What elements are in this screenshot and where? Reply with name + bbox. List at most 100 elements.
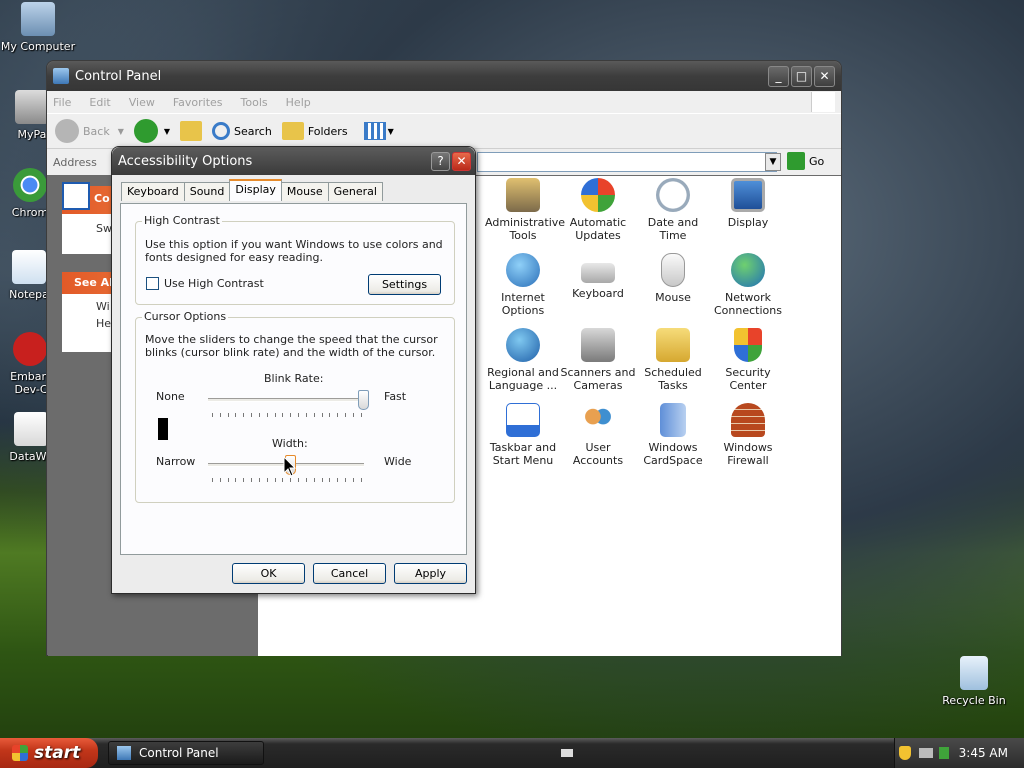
up-folder-button[interactable] <box>180 121 203 141</box>
taskbar-control-panel-button[interactable]: Control Panel <box>108 741 264 765</box>
item-label: Date and Time <box>647 216 699 242</box>
item-regional-and-language[interactable]: Regional and Language ... <box>485 328 561 392</box>
dialog-close-button[interactable]: ✕ <box>452 151 471 171</box>
search-button[interactable]: Search <box>212 122 272 140</box>
item-taskbar-and-start-menu[interactable]: Taskbar and Start Menu <box>485 403 561 467</box>
item-label: Internet Options <box>501 291 545 317</box>
close-button[interactable]: ✕ <box>814 65 835 87</box>
maximize-button[interactable]: □ <box>791 65 812 87</box>
scanner-camera-icon <box>581 328 615 362</box>
menu-help[interactable]: Help <box>286 96 311 109</box>
network-icon[interactable] <box>918 748 933 758</box>
administrative-tools-icon <box>506 178 540 212</box>
dialog-title: Accessibility Options <box>118 153 253 169</box>
keyboard-icon <box>581 263 615 283</box>
mouse-pointer-icon <box>283 456 297 477</box>
item-user-accounts[interactable]: User Accounts <box>560 403 636 467</box>
tab-mouse[interactable]: Mouse <box>280 182 329 201</box>
width-label: Width: <box>272 437 308 450</box>
menu-tools[interactable]: Tools <box>241 96 268 109</box>
desktop-icon-recycle-bin[interactable]: Recycle Bin <box>936 656 1012 707</box>
blink-rate-track <box>208 398 364 402</box>
blink-rate-slider[interactable] <box>358 390 369 410</box>
item-network-connections[interactable]: Network Connections <box>710 253 786 317</box>
dialog-titlebar[interactable]: Accessibility Options ? ✕ <box>112 147 475 175</box>
back-arrow-icon <box>55 119 79 143</box>
item-label: Keyboard <box>572 287 624 300</box>
folders-button[interactable]: Folders <box>281 122 348 140</box>
ok-button[interactable]: OK <box>232 563 305 584</box>
switch-view-link-label: Sw <box>96 222 112 235</box>
item-date-and-time[interactable]: Date and Time <box>635 178 711 242</box>
address-input[interactable] <box>477 152 777 172</box>
recycle-bin-icon <box>960 656 988 690</box>
high-contrast-legend: High Contrast <box>142 214 222 227</box>
desktop-icon-label: Chrom <box>11 206 49 219</box>
minimize-button[interactable]: _ <box>768 65 789 87</box>
go-button[interactable]: Go <box>787 152 824 170</box>
taskbar: start Control Panel 3:45 AM <box>0 738 1024 768</box>
go-label: Go <box>809 154 825 168</box>
clock[interactable]: 3:45 AM <box>959 746 1008 760</box>
window-title: Control Panel <box>75 68 162 84</box>
update-icon[interactable] <box>938 747 949 759</box>
chevron-down-icon: ▼ <box>163 126 171 136</box>
menu-edit[interactable]: Edit <box>89 96 110 109</box>
item-label: Security Center <box>725 366 771 392</box>
security-shield-icon[interactable] <box>898 746 911 760</box>
cardspace-icon <box>660 403 686 437</box>
start-button[interactable]: start <box>0 738 98 768</box>
item-scheduled-tasks[interactable]: Scheduled Tasks <box>635 328 711 392</box>
views-button[interactable]: ▼ <box>363 122 394 140</box>
item-automatic-updates[interactable]: Automatic Updates <box>560 178 636 242</box>
item-windows-cardspace[interactable]: Windows CardSpace <box>635 403 711 467</box>
desktop-icon-my-computer[interactable]: My Computer <box>0 2 76 53</box>
accessibility-options-dialog[interactable]: Accessibility Options ? ✕ Keyboard Sound… <box>111 146 476 594</box>
menu-favorites[interactable]: Favorites <box>173 96 223 109</box>
tab-display[interactable]: Display <box>229 179 282 201</box>
item-display[interactable]: Display <box>710 178 786 229</box>
item-label: Administrative Tools <box>485 216 566 242</box>
width-ticks <box>212 478 362 483</box>
up-folder-icon <box>180 121 203 141</box>
windows-logo-icon <box>811 92 835 112</box>
item-scanners-and-cameras[interactable]: Scanners and Cameras <box>560 328 636 392</box>
use-high-contrast-label[interactable]: Use High Contrast <box>164 277 264 290</box>
item-keyboard[interactable]: Keyboard <box>560 253 636 300</box>
control-panel-titlebar[interactable]: Control Panel _ □ ✕ <box>47 61 841 91</box>
tab-keyboard[interactable]: Keyboard <box>121 182 185 201</box>
blink-rate-ticks <box>212 413 362 418</box>
back-button[interactable]: Back ▼ <box>55 119 124 143</box>
use-high-contrast-checkbox[interactable] <box>146 277 159 290</box>
clock-icon <box>656 178 690 212</box>
settings-button[interactable]: Settings <box>368 274 441 295</box>
item-windows-firewall[interactable]: Windows Firewall <box>710 403 786 467</box>
chevron-down-icon: ▼ <box>387 126 394 136</box>
scheduled-tasks-icon <box>656 328 690 362</box>
tab-sound[interactable]: Sound <box>183 182 231 201</box>
cancel-button[interactable]: Cancel <box>313 563 386 584</box>
apply-button[interactable]: Apply <box>394 563 467 584</box>
chrome-icon <box>13 168 47 202</box>
menu-view[interactable]: View <box>129 96 155 109</box>
menu-file[interactable]: File <box>53 96 71 109</box>
internet-options-icon <box>506 253 540 287</box>
item-label: Windows CardSpace <box>643 441 703 467</box>
item-label: Scheduled Tasks <box>644 366 702 392</box>
help-button[interactable]: ? <box>431 151 450 171</box>
item-internet-options[interactable]: Internet Options <box>485 253 561 317</box>
desktop-icon-label: Recycle Bin <box>942 694 1006 707</box>
embarcadero-icon <box>13 332 47 366</box>
document-icon <box>14 412 48 446</box>
address-dropdown-button[interactable]: ▼ <box>765 153 781 171</box>
forward-button[interactable]: ▼ <box>133 119 171 143</box>
item-label: Mouse <box>655 291 691 304</box>
tab-general[interactable]: General <box>327 182 383 201</box>
search-icon <box>212 122 231 140</box>
item-security-center[interactable]: Security Center <box>710 328 786 392</box>
keyboard-tray-icon[interactable] <box>561 749 573 757</box>
item-administrative-tools[interactable]: Administrative Tools <box>485 178 565 242</box>
control-panel-icon <box>117 746 131 760</box>
item-mouse[interactable]: Mouse <box>635 253 711 304</box>
cursor-options-legend: Cursor Options <box>142 310 229 323</box>
